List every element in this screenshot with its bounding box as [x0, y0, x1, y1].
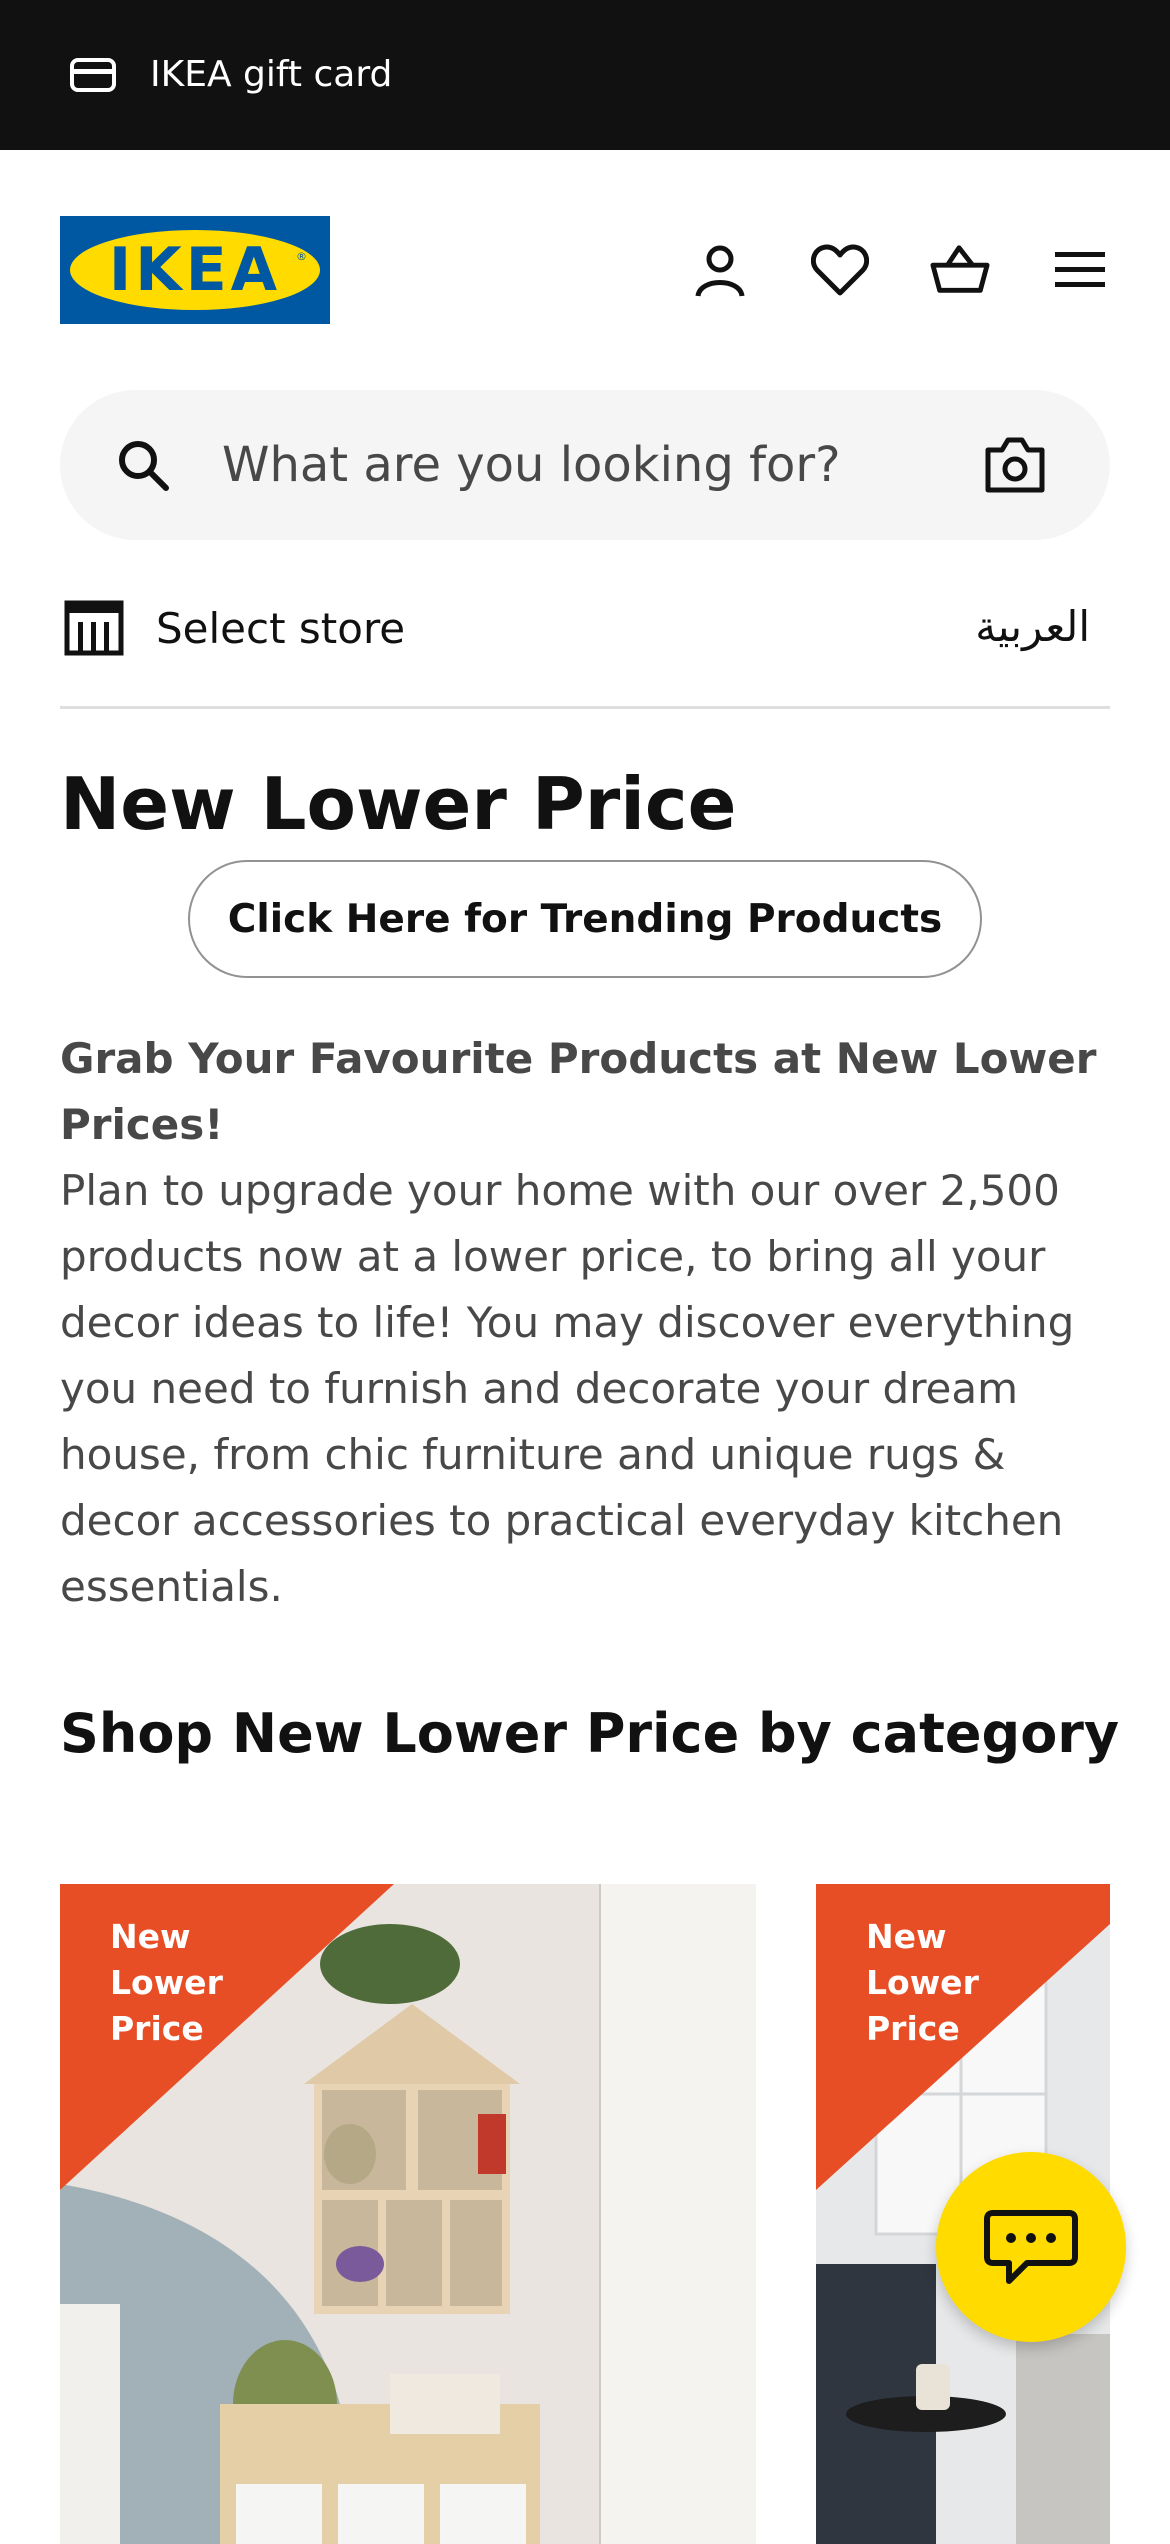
badge-line: Lower	[110, 1963, 223, 2002]
credit-card-icon	[70, 58, 116, 92]
page-title: New Lower Price	[60, 762, 737, 846]
logo-text: IKEA	[108, 235, 282, 305]
section-title: Shop New Lower Price by category	[60, 1702, 1120, 1765]
store-selector-row: Select store العربية	[60, 590, 1110, 670]
search-bar[interactable]: What are you looking for?	[60, 390, 1110, 540]
badge-line: Lower	[866, 1963, 979, 2002]
language-switch-link[interactable]: العربية	[975, 600, 1090, 654]
badge-line: Price	[110, 2009, 204, 2048]
new-lower-price-badge: New Lower Price	[866, 1914, 979, 2052]
heart-icon[interactable]	[810, 238, 870, 302]
badge-line: New	[866, 1917, 947, 1956]
chat-icon	[984, 2210, 1078, 2284]
trending-products-button[interactable]: Click Here for Trending Products	[188, 860, 982, 978]
description-lead: Grab Your Favourite Products at New Lowe…	[60, 1034, 1097, 1149]
store-icon	[64, 600, 124, 656]
gift-card-bar[interactable]: IKEA gift card	[0, 0, 1170, 150]
basket-icon[interactable]	[930, 238, 990, 302]
menu-icon[interactable]	[1050, 238, 1110, 302]
search-input[interactable]: What are you looking for?	[222, 435, 841, 495]
badge-line: New	[110, 1917, 191, 1956]
logo-registered-mark: ®	[296, 250, 307, 263]
category-card[interactable]: New Lower Price	[60, 1884, 756, 2544]
ikea-logo[interactable]: IKEA ®	[60, 216, 330, 324]
profile-icon[interactable]	[690, 238, 750, 302]
gift-card-label[interactable]: IKEA gift card	[150, 50, 392, 100]
header: IKEA ®	[0, 150, 1170, 380]
description: Grab Your Favourite Products at New Lowe…	[60, 1026, 1120, 1620]
chat-button[interactable]	[936, 2152, 1126, 2342]
divider	[60, 706, 1110, 709]
badge-line: Price	[866, 2009, 960, 2048]
description-body: Plan to upgrade your home with our over …	[60, 1166, 1075, 1611]
camera-icon[interactable]	[984, 436, 1046, 494]
new-lower-price-badge: New Lower Price	[110, 1914, 223, 2052]
search-icon[interactable]	[116, 438, 172, 494]
select-store-link[interactable]: Select store	[156, 602, 405, 656]
